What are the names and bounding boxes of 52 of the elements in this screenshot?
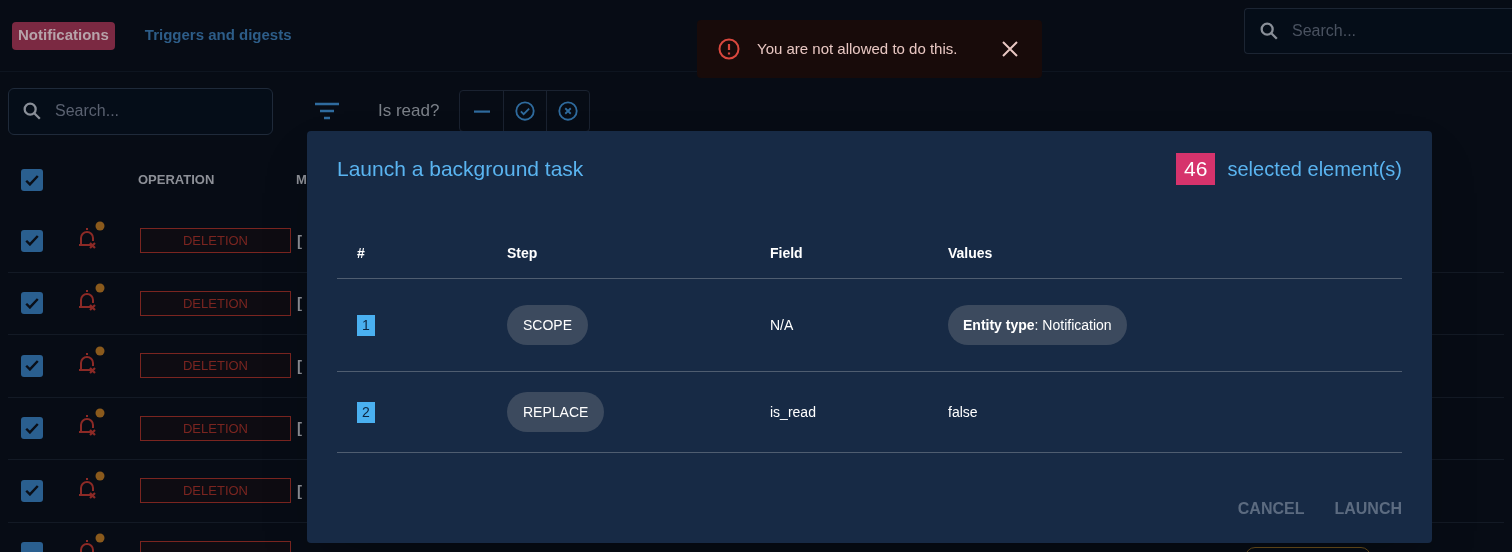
message-text: [ [297,230,302,251]
field-text: N/A [770,315,795,335]
column-header: # [357,243,366,263]
checkbox[interactable] [21,417,43,440]
operation-tag: DELETION [140,228,291,254]
message-text: [ [297,293,302,313]
value-chip: Entity type: Notification [948,305,1127,345]
checkbox[interactable] [21,292,43,315]
column-header: Values [948,243,994,263]
search-icon [1258,20,1280,42]
check-icon [25,422,39,434]
step-number: 1 [357,315,375,336]
count-label: selected element(s) [1227,157,1402,182]
checkbox[interactable] [21,354,43,377]
column-header: M [296,171,307,190]
column-header: Step [507,243,539,263]
search-field[interactable]: Search... [8,87,273,135]
minus-icon [472,109,491,113]
check-icon [25,174,39,186]
error-icon [717,37,741,61]
check-icon [25,360,39,372]
checkbox[interactable] [21,229,43,252]
is-read-label: Is read? [378,100,440,123]
x-circle-icon [557,100,580,122]
check-icon [25,297,39,309]
check-circle-icon [514,100,537,122]
column-header: Field [770,243,804,263]
operation-tag: DELETION [140,415,291,441]
operation-tag: DELETION [140,290,291,316]
message-text: [ [297,418,302,438]
step-chip: SCOPE [507,305,588,345]
operation-tag: DELETION [140,478,291,504]
message-text: [ [297,480,302,501]
dialog-title: Launch a background task [337,156,584,183]
checkbox[interactable] [21,479,43,502]
check-icon [25,235,39,247]
check-icon [25,485,39,497]
error-message: You are not allowed to do this. [757,38,958,59]
close-icon [1001,40,1019,58]
field-text: is_read [770,402,817,422]
count-badge: 46 [1176,153,1216,185]
tab[interactable]: Triggers and digests [138,21,298,50]
tab[interactable]: Notifications [12,21,115,50]
column-header: OPERATION [138,171,216,190]
message-text: [ [297,355,302,376]
value-text: false [948,404,978,420]
step-number: 2 [357,402,375,423]
checkbox[interactable] [21,169,43,191]
step-chip: REPLACE [507,392,605,432]
operation-tag: DELETION [140,353,291,379]
search-field[interactable]: Search... [1244,8,1512,54]
filter-icon [314,101,340,121]
